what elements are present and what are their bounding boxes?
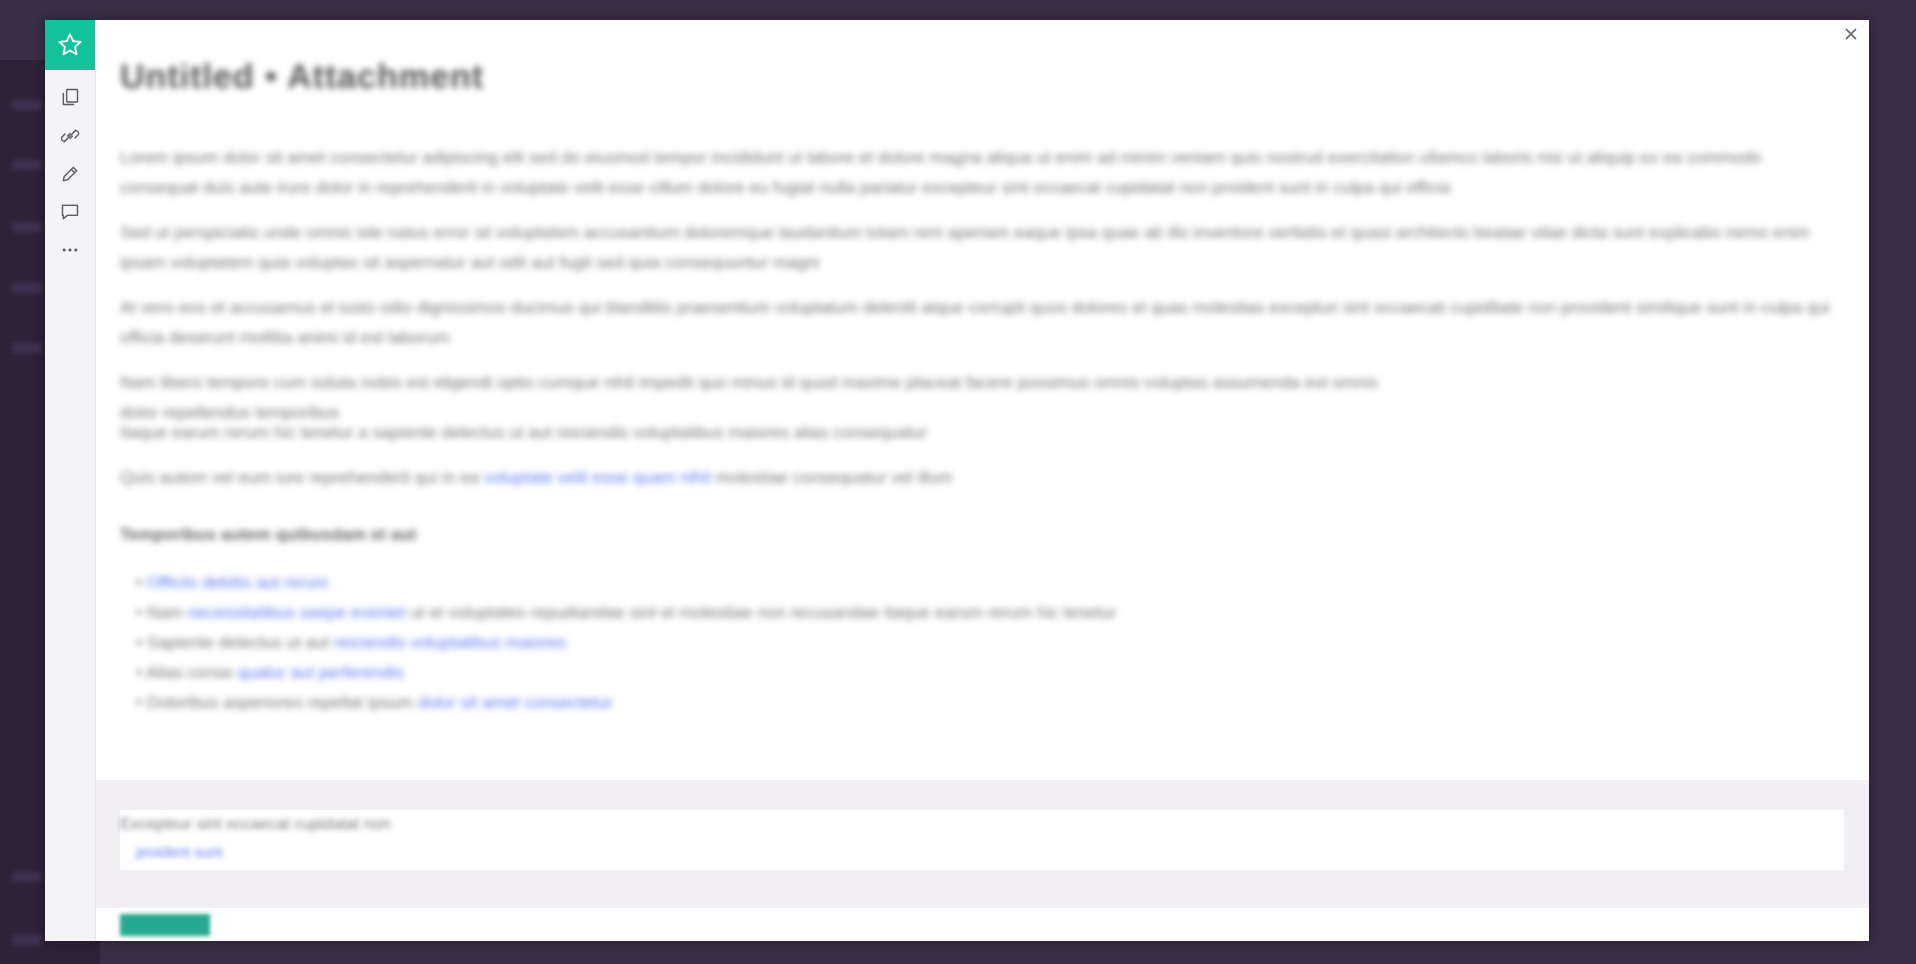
list-item-link[interactable]: Officiis debitis aut rerum bbox=[147, 573, 329, 592]
broken-link-icon bbox=[60, 129, 80, 143]
background-sidebar-item bbox=[12, 343, 42, 353]
primary-action-button[interactable] bbox=[120, 914, 210, 936]
list-item-link[interactable]: quatur aut perferendis bbox=[237, 663, 403, 682]
star-logo-button[interactable] bbox=[45, 20, 95, 70]
list-item: • Sapiente delectus ut aut reiciendis vo… bbox=[136, 628, 1336, 658]
list-item-link[interactable]: reiciendis voluptatibus maiores bbox=[334, 633, 566, 652]
list-item-link[interactable]: dolor sit amet consectetur bbox=[418, 693, 613, 712]
attachment-modal: Untitled • Attachment Lorem ipsum dolor … bbox=[45, 20, 1869, 941]
copy-icon bbox=[62, 88, 79, 106]
star-icon bbox=[58, 33, 82, 56]
list-item: • Nam necessitatibus saepe eveniet ut et… bbox=[136, 598, 1336, 628]
more-horizontal-icon bbox=[62, 248, 78, 252]
page-title: Untitled • Attachment bbox=[120, 58, 485, 96]
list-item-link[interactable]: necessitatibus saepe eveniet bbox=[187, 603, 405, 622]
section-subheading: Temporibus autem quibusdam et aut bbox=[120, 525, 417, 544]
inline-link[interactable]: voluptate velit esse quam nihil bbox=[484, 468, 711, 487]
list-item-text: ut et voluptates repudiandae sint et mol… bbox=[405, 603, 1117, 622]
list-item-text: • Nam bbox=[136, 603, 188, 622]
edit-button[interactable] bbox=[45, 157, 95, 191]
paragraph-with-link: Quis autem vel eum iure reprehenderit qu… bbox=[120, 463, 1020, 493]
comment-button[interactable] bbox=[45, 195, 95, 229]
list-item-text: • Alias conse bbox=[136, 663, 238, 682]
pencil-icon bbox=[62, 166, 78, 182]
paragraph-text: molestiae consequatur vel illum bbox=[715, 468, 953, 487]
more-options-button[interactable] bbox=[45, 233, 95, 267]
list-item: • Officiis debitis aut rerum bbox=[136, 568, 1336, 598]
list-item-text: • bbox=[136, 573, 147, 592]
footer-card-link[interactable]: proident sunt bbox=[136, 844, 223, 861]
list-item: • Doloribus asperiores repellat ipsum do… bbox=[136, 688, 1336, 718]
list-item-text: • Sapiente delectus ut aut bbox=[136, 633, 334, 652]
modal-action-rail bbox=[45, 20, 96, 941]
paragraph: Itaque earum rerum hic tenetur a sapient… bbox=[120, 423, 928, 442]
list-item-text: • Doloribus asperiores repellat ipsum bbox=[136, 693, 418, 712]
background-sidebar-item bbox=[12, 160, 42, 170]
modal-content: Untitled • Attachment Lorem ipsum dolor … bbox=[96, 20, 1869, 780]
paragraph: At vero eos et accusamus et iusto odio d… bbox=[120, 298, 1830, 347]
unlink-button[interactable] bbox=[45, 119, 95, 153]
paragraph-text: Quis autem vel eum iure reprehenderit qu… bbox=[120, 468, 480, 487]
footer-card-text: Excepteur sint occaecat cupidatat non bbox=[120, 816, 391, 833]
background-sidebar-item bbox=[12, 872, 42, 882]
link-list: • Officiis debitis aut rerum • Nam neces… bbox=[136, 568, 1336, 718]
copy-button[interactable] bbox=[45, 80, 95, 114]
background-sidebar-item bbox=[12, 222, 42, 232]
background-sidebar-item bbox=[12, 935, 42, 945]
footer-action-bar bbox=[96, 908, 1869, 941]
footer-card: Excepteur sint occaecat cupidatat non pr… bbox=[120, 810, 1844, 870]
comment-icon bbox=[61, 204, 79, 220]
paragraph: Lorem ipsum dolor sit amet consectetur a… bbox=[120, 148, 1762, 197]
list-item: • Alias conse quatur aut perferendis bbox=[136, 658, 1336, 688]
background-sidebar-item bbox=[12, 283, 42, 293]
background-sidebar-item bbox=[12, 100, 42, 110]
paragraph: Sed ut perspiciatis unde omnis iste natu… bbox=[120, 223, 1810, 272]
modal-footer: Excepteur sint occaecat cupidatat non pr… bbox=[96, 780, 1869, 941]
